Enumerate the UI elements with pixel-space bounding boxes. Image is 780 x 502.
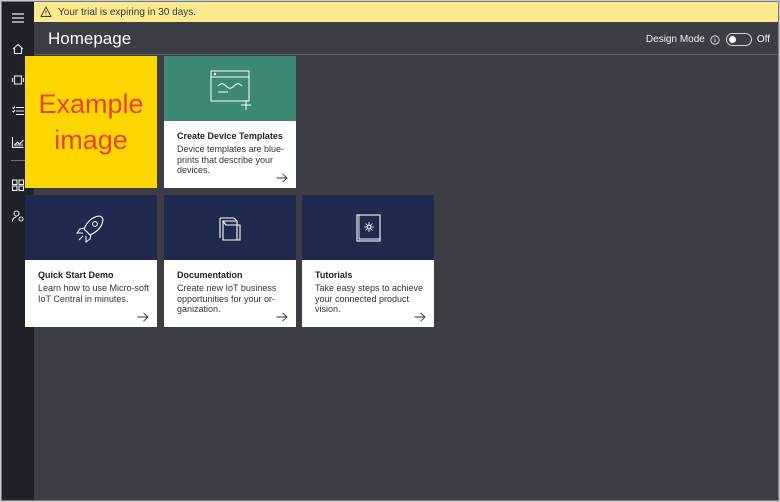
- device-icon[interactable]: [10, 72, 26, 88]
- dashboard-icon[interactable]: [10, 177, 26, 193]
- tile-description: Take easy steps to achieve your connecte…: [315, 283, 424, 314]
- example-image-placeholder: Example image: [25, 56, 157, 188]
- tile-description: Create new IoT business opportunities fo…: [177, 283, 277, 314]
- tile-title: Documentation: [177, 270, 243, 280]
- design-mode-toggle[interactable]: [725, 33, 752, 46]
- tile-create-device-templates[interactable]: Create Device Templates Device templates…: [164, 56, 296, 188]
- analytics-icon[interactable]: [10, 134, 26, 150]
- tile-title: Create Device Templates: [177, 131, 283, 141]
- warning-icon: [40, 6, 52, 18]
- app-window: Your trial is expiring in 30 days. Homep…: [1, 1, 779, 501]
- tile-description: Learn how to use Micro-soft IoT Central …: [38, 283, 150, 304]
- banner-text: Your trial is expiring in 30 days.: [58, 6, 197, 18]
- rules-icon[interactable]: [10, 103, 26, 119]
- tile-title: Quick Start Demo: [38, 270, 114, 280]
- toggle-knob: [728, 36, 736, 43]
- page-header: Homepage Design Mode Off: [34, 22, 778, 55]
- device-template-icon: [164, 56, 296, 121]
- page-title: Homepage: [48, 29, 132, 48]
- admin-icon[interactable]: [10, 208, 26, 224]
- arrow-right-icon[interactable]: [137, 312, 149, 322]
- rocket-icon: [25, 195, 157, 260]
- design-mode-state: Off: [756, 34, 770, 45]
- arrow-right-icon[interactable]: [276, 173, 288, 183]
- tile-title: Tutorials: [315, 270, 353, 280]
- menu-icon[interactable]: [10, 10, 26, 26]
- info-icon[interactable]: [710, 34, 720, 45]
- tile-tutorials[interactable]: Tutorials Take easy steps to achieve you…: [302, 195, 434, 327]
- rail-divider: [11, 160, 25, 161]
- book-icon: [302, 195, 434, 260]
- design-mode-control: Design Mode Off: [646, 33, 770, 46]
- arrow-right-icon[interactable]: [276, 312, 288, 322]
- tile-documentation[interactable]: Documentation Create new IoT business op…: [164, 195, 296, 327]
- home-icon[interactable]: [10, 41, 26, 57]
- design-mode-label: Design Mode: [645, 34, 705, 45]
- document-icon: [164, 195, 296, 260]
- trial-banner: Your trial is expiring in 30 days.: [34, 2, 778, 22]
- placeholder-line-1: Example: [38, 89, 144, 119]
- arrow-right-icon[interactable]: [414, 312, 426, 322]
- tile-description: Device templates are blue-prints that de…: [177, 144, 285, 175]
- placeholder-line-2: image: [54, 125, 128, 155]
- tile-quick-start-demo[interactable]: Quick Start Demo Learn how to use Micro-…: [25, 195, 157, 327]
